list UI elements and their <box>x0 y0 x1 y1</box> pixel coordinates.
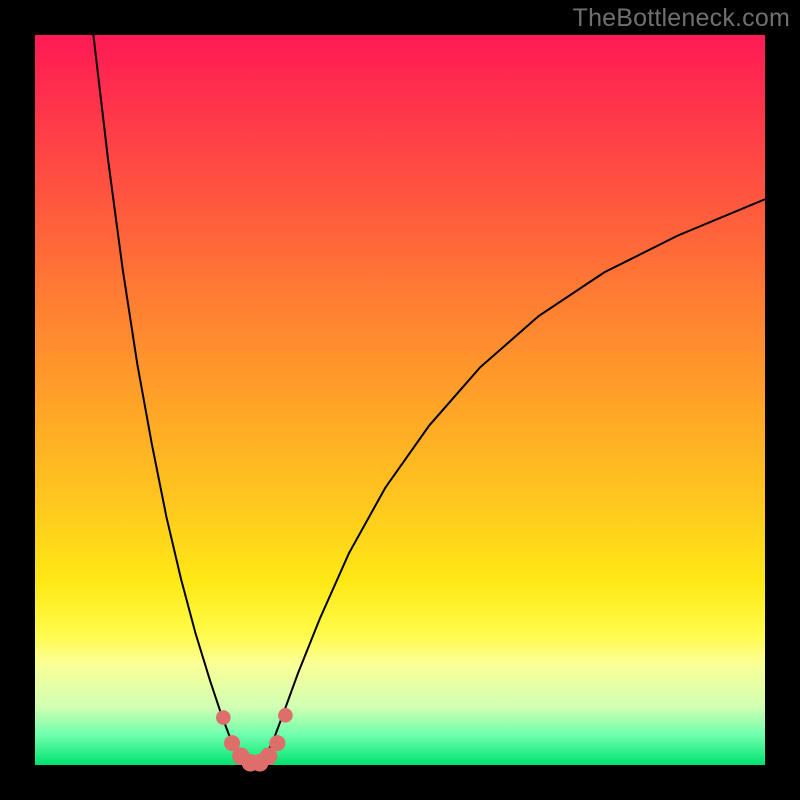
chart-svg <box>35 35 765 765</box>
chart-frame: TheBottleneck.com <box>0 0 800 800</box>
curve-left-branch <box>93 35 246 763</box>
watermark-text: TheBottleneck.com <box>573 4 790 33</box>
marker-group <box>216 708 293 772</box>
marker-dot <box>216 710 231 725</box>
plot-area <box>35 35 765 765</box>
marker-dot <box>278 708 293 723</box>
curve-right-branch <box>261 199 765 763</box>
marker-dot <box>269 735 285 751</box>
